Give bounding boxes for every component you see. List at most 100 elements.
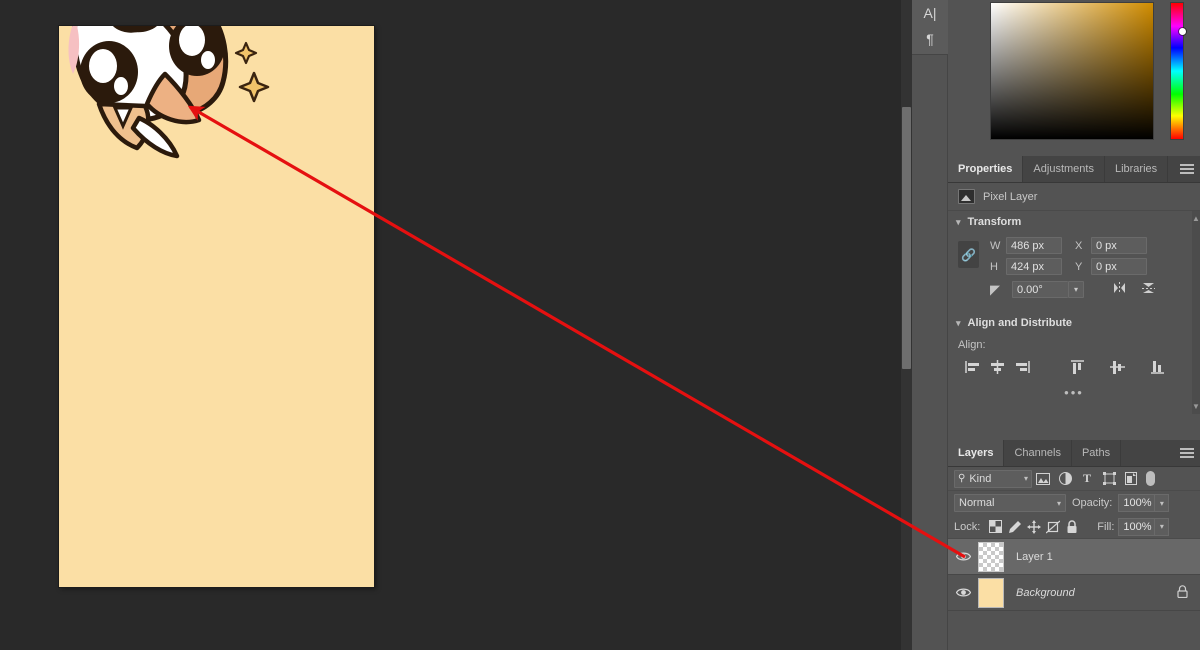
smart-object-filter-icon[interactable] (1120, 469, 1142, 489)
align-bottom-edges-icon[interactable] (1145, 357, 1170, 377)
hue-slider[interactable] (1170, 2, 1186, 140)
tab-properties[interactable]: Properties (948, 156, 1024, 182)
image-canvas[interactable] (59, 26, 374, 587)
width-label: W (990, 239, 1001, 252)
layer-visibility-icon[interactable] (952, 551, 974, 562)
filter-kind-select[interactable]: ⚲ Kind ▾ (954, 469, 1032, 488)
layer-row-background[interactable]: Background (948, 575, 1200, 611)
properties-layer-kind-row: Pixel Layer (948, 183, 1200, 211)
panel-icon-rail: A| ¶ (912, 0, 948, 650)
align-right-edges-icon[interactable] (1010, 357, 1035, 377)
lock-artboard-nesting-icon[interactable] (1043, 517, 1062, 537)
blend-mode-select[interactable]: Normal ▾ (954, 494, 1066, 512)
properties-scrollbar[interactable] (1192, 211, 1200, 414)
layers-panel: Layers Channels Paths ⚲ Kind ▾ T Normal … (948, 440, 1200, 650)
canvas-vertical-scrollbar[interactable] (901, 0, 912, 650)
blend-mode-row: Normal ▾ Opacity: 100% ▾ (948, 491, 1200, 515)
layers-tabbar: Layers Channels Paths (948, 440, 1200, 467)
type-filter-icon[interactable]: T (1076, 469, 1098, 489)
transform-row-angle: ◤ 0.00° ▾ (948, 281, 1200, 298)
align-section-header[interactable]: ▾ Align and Distribute (948, 312, 1200, 334)
paragraph-panel-icon[interactable]: ¶ (912, 26, 948, 52)
blend-mode-value: Normal (959, 497, 995, 509)
pixel-layer-icon (958, 189, 975, 204)
properties-scroll-up-icon[interactable]: ▲ (1192, 213, 1200, 224)
angle-combo[interactable]: 0.00° ▾ (1012, 281, 1084, 298)
pixel-filter-icon[interactable] (1032, 469, 1054, 489)
opacity-control[interactable]: 100% ▾ (1118, 494, 1170, 512)
background-name-label[interactable]: Background (1016, 587, 1177, 599)
align-title: Align and Distribute (967, 317, 1073, 329)
align-buttons-row (948, 357, 1200, 377)
angle-input[interactable]: 0.00° (1012, 281, 1068, 298)
transform-row-wx: W 486 px X 0 px (948, 237, 1200, 254)
y-input[interactable]: 0 px (1091, 258, 1147, 275)
rail-group-text: A| ¶ (912, 0, 948, 55)
x-input[interactable]: 0 px (1091, 237, 1147, 254)
layer-row-layer-1[interactable]: Layer 1 (948, 539, 1200, 575)
align-vertical-centers-icon[interactable] (1105, 357, 1130, 377)
tab-layers[interactable]: Layers (948, 440, 1005, 466)
flip-vertical-icon[interactable] (1141, 281, 1156, 298)
filter-enable-toggle[interactable] (1146, 471, 1155, 486)
properties-menu-icon[interactable] (1180, 164, 1194, 174)
width-input[interactable]: 486 px (1006, 237, 1062, 254)
fill-control[interactable]: 100% ▾ (1118, 517, 1170, 536)
layers-body: ⚲ Kind ▾ T Normal ▾ Opacity: 100% ▾ Lock… (948, 467, 1200, 650)
adjustment-filter-icon[interactable] (1054, 469, 1076, 489)
tab-adjustments[interactable]: Adjustments (1023, 156, 1105, 182)
shape-filter-icon[interactable] (1098, 469, 1120, 489)
chevron-down-icon-kind: ▾ (1023, 474, 1028, 483)
transform-section-header[interactable]: ▾ Transform (948, 211, 1200, 233)
photoshop-window: A| ¶ Properties Adjustments Libraries Pi… (0, 0, 1200, 650)
align-horizontal-centers-icon[interactable] (985, 357, 1010, 377)
fill-dropdown-icon[interactable]: ▾ (1154, 517, 1170, 536)
layer-thumbnail[interactable] (978, 541, 1004, 572)
fill-input[interactable]: 100% (1118, 517, 1155, 536)
pixel-layer-label: Pixel Layer (983, 190, 1038, 203)
right-dock: A| ¶ Properties Adjustments Libraries Pi… (912, 0, 1200, 650)
flip-horizontal-icon[interactable] (1112, 281, 1127, 298)
layer-name-label[interactable]: Layer 1 (1016, 551, 1200, 563)
background-visibility-icon[interactable] (952, 587, 974, 598)
layers-menu-icon[interactable] (1180, 448, 1194, 458)
lock-position-icon[interactable] (1024, 517, 1043, 537)
align-controls: Align: ••• (948, 334, 1200, 400)
align-top-edges-icon[interactable] (1065, 357, 1090, 377)
document-workspace[interactable] (0, 0, 901, 650)
character-panel-icon[interactable]: A| (912, 0, 948, 26)
color-picker-panel[interactable] (948, 0, 1200, 150)
layer-filter-row: ⚲ Kind ▾ T (948, 467, 1200, 491)
canvas-artwork (68, 26, 270, 159)
hue-slider-marker[interactable] (1179, 28, 1186, 35)
background-thumbnail[interactable] (978, 577, 1004, 608)
tab-libraries[interactable]: Libraries (1105, 156, 1169, 182)
lock-label: Lock: (954, 520, 981, 533)
canvas-scrollbar-thumb[interactable] (902, 107, 911, 369)
align-left-edges-icon[interactable] (960, 357, 985, 377)
height-label: H (990, 260, 998, 273)
align-more-options-icon[interactable]: ••• (948, 377, 1200, 400)
properties-scroll-down-icon[interactable]: ▼ (1192, 401, 1200, 412)
properties-panel: Properties Adjustments Libraries Pixel L… (948, 156, 1200, 432)
transform-title: Transform (967, 216, 1022, 228)
lock-row: Lock: Fill: 100% ▾ (948, 515, 1200, 539)
background-lock-icon (1177, 584, 1188, 601)
tab-channels[interactable]: Channels (1004, 440, 1072, 466)
fill-label: Fill: (1097, 520, 1115, 533)
panel-column: Properties Adjustments Libraries Pixel L… (948, 0, 1200, 650)
tab-paths[interactable]: Paths (1072, 440, 1122, 466)
link-aspect-ratio-icon[interactable]: 🔗 (958, 241, 979, 268)
align-label: Align: (958, 339, 986, 351)
y-label: Y (1075, 260, 1083, 273)
lock-transparent-pixels-icon[interactable] (986, 517, 1005, 537)
height-input[interactable]: 424 px (1006, 258, 1062, 275)
opacity-dropdown-icon[interactable]: ▾ (1154, 494, 1170, 512)
transform-controls: 🔗 W 486 px X 0 px H 424 px Y 0 px ◤ 0.00… (948, 233, 1200, 304)
lock-all-icon[interactable] (1062, 517, 1081, 537)
lock-image-pixels-icon[interactable] (1005, 517, 1024, 537)
saturation-value-field[interactable] (990, 2, 1154, 140)
flip-buttons (1112, 281, 1156, 298)
opacity-input[interactable]: 100% (1118, 494, 1155, 512)
angle-dropdown-icon[interactable]: ▾ (1068, 281, 1084, 298)
